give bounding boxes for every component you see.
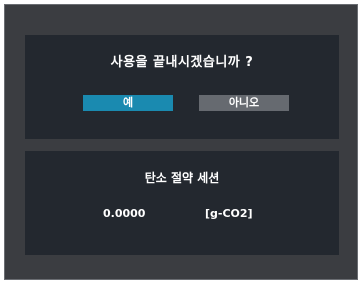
carbon-savings-title: 탄소 절약 세션 (144, 171, 220, 185)
carbon-savings-panel: 탄소 절약 세션 0.0000 [g-CO2] (25, 151, 339, 255)
carbon-savings-value: 0.0000 (103, 207, 146, 220)
no-button[interactable]: 아니오 (199, 95, 289, 111)
exit-question: 사용을 끝내시겠습니까 ? (110, 55, 254, 70)
carbon-savings-unit: [g-CO2] (205, 207, 253, 220)
exit-confirm-panel: 사용을 끝내시겠습니까 ? 예 아니오 (25, 35, 339, 139)
osd-screen: 사용을 끝내시겠습니까 ? 예 아니오 탄소 절약 세션 0.0000 [g-C… (4, 4, 358, 280)
yes-button[interactable]: 예 (83, 95, 173, 111)
